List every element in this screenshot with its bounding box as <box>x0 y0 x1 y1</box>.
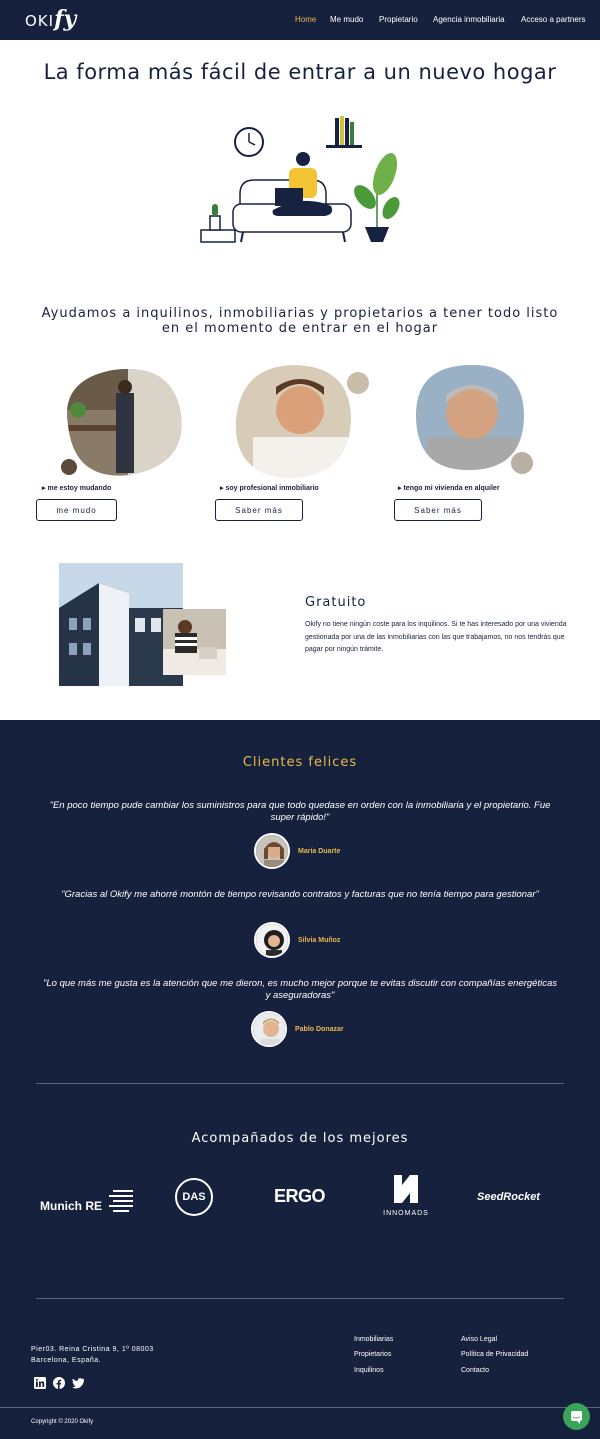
moving-person-photo <box>61 368 182 476</box>
avatar-pablo-donazar <box>251 1011 287 1047</box>
footer-link-inquilinos[interactable]: Inquilinos <box>354 1367 384 1374</box>
testimonial-name-1: María Duarte <box>298 848 341 855</box>
footer-link-privacidad[interactable]: Política de Privacidad <box>461 1351 528 1358</box>
ergo-logo: ERGO <box>274 1186 326 1206</box>
avatar-silvia-munoz <box>254 922 290 958</box>
nav-agencia-inmobiliaria[interactable]: Agencia inmobiliaria <box>433 15 505 24</box>
hero-title: La forma más fácil de entrar a un nuevo … <box>43 60 557 84</box>
agent-saber-mas-button[interactable]: Saber más <box>215 499 303 521</box>
footer-address: Pier03. Reina Cristina 9, 1º 08003 Barce… <box>31 1344 154 1366</box>
address-line-2: Barcelona, España. <box>31 1357 102 1364</box>
linkedin-icon[interactable] <box>34 1377 46 1389</box>
munich-re-logo: Munich RE <box>40 1190 137 1213</box>
avatar-maria-duarte <box>254 833 290 869</box>
nav-home[interactable]: Home <box>295 15 316 24</box>
dark-section <box>0 720 600 1439</box>
landlord-photo <box>416 365 533 474</box>
seedrocket-logo: SeedRocket <box>477 1191 540 1203</box>
okify-logo[interactable]: OKIfy <box>25 6 76 32</box>
nav-me-mudo[interactable]: Me mudo <box>330 15 363 24</box>
address-line-1: Pier03. Reina Cristina 9, 1º 08003 <box>31 1346 154 1353</box>
hero-illustration <box>200 116 400 243</box>
profile-caption-landlord-text: tengo mi vivienda en alquiler <box>403 485 500 492</box>
profile-caption-agent-text: soy profesional inmobiliario <box>225 485 319 492</box>
innomads-logo: INNOMADS <box>380 1175 432 1217</box>
section-subtitle: Ayudamos a inquilinos, inmobiliarias y p… <box>41 306 559 336</box>
profile-caption-tenant-text: me estoy mudando <box>47 485 112 492</box>
chat-icon <box>571 1411 582 1424</box>
landlord-saber-mas-button[interactable]: Saber más <box>394 499 482 521</box>
testimonial-quote-1: "En poco tiempo pude cambiar los suminis… <box>49 800 551 823</box>
divider-top <box>36 1083 564 1084</box>
testimonial-quote-3: "Lo que más me gusta es la atención que … <box>42 978 558 1001</box>
divider-bottom <box>36 1298 564 1299</box>
twitter-icon[interactable] <box>72 1377 84 1389</box>
partners-title: Acompañados de los mejores <box>191 1131 409 1146</box>
testimonial-name-2: Silvia Muñoz <box>298 937 341 944</box>
footer-divider <box>0 1407 600 1408</box>
profile-caption-tenant: ▸ me estoy mudando <box>42 485 112 492</box>
facebook-icon[interactable] <box>53 1377 65 1389</box>
footer-link-propietarios[interactable]: Propietarios <box>354 1351 391 1358</box>
profile-caption-agent: ▸ soy profesional inmobiliario <box>220 485 319 492</box>
copyright-text: Copyright © 2020 Okify <box>31 1419 94 1425</box>
profile-caption-landlord: ▸ tengo mi vivienda en alquiler <box>398 485 500 492</box>
me-mudo-button[interactable]: me mudo <box>36 499 117 521</box>
das-logo: DAS <box>175 1178 213 1216</box>
testimonial-quote-2: "Gracias al Okify me ahorré montón de ti… <box>61 889 539 900</box>
gratuito-text: Okify no tiene ningún coste para los inq… <box>305 621 567 653</box>
footer-link-inmobiliarias[interactable]: Inmobiliarias <box>354 1336 393 1343</box>
footer-link-contacto[interactable]: Contacto <box>461 1367 489 1374</box>
nav-propietario[interactable]: Propietario <box>379 15 418 24</box>
testimonials-title: Clientes felices <box>242 755 358 770</box>
agent-photo <box>235 365 369 478</box>
nav-acceso-partners[interactable]: Acceso a partners <box>521 15 585 24</box>
footer-link-aviso-legal[interactable]: Aviso Legal <box>461 1336 497 1343</box>
gratuito-title: Gratuito <box>305 595 367 610</box>
chat-launcher-button[interactable] <box>563 1403 590 1430</box>
relaxing-person-photo <box>163 609 226 675</box>
testimonial-name-3: Pablo Donazar <box>295 1026 344 1033</box>
innomads-logo-text: INNOMADS <box>383 1210 429 1217</box>
